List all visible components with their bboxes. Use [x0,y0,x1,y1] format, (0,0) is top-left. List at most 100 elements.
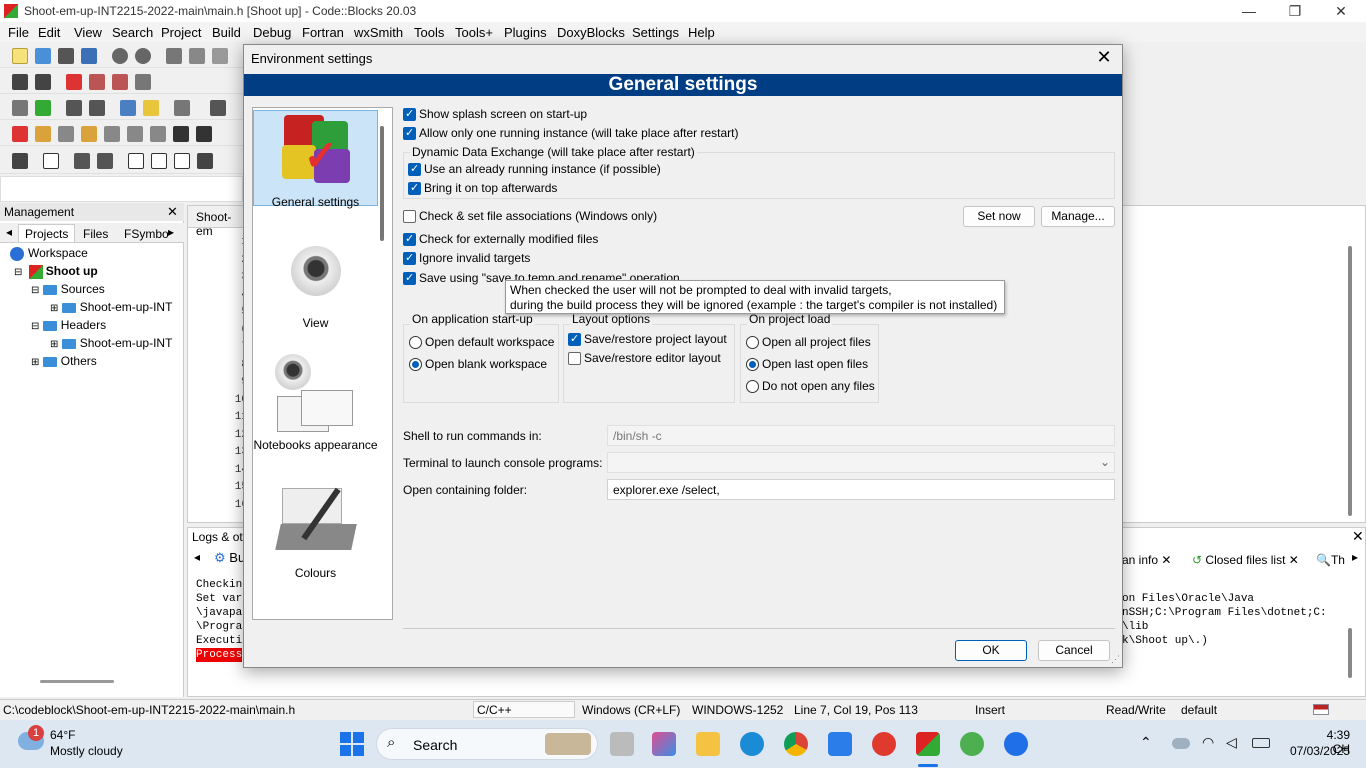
splash-checkbox[interactable] [403,107,416,121]
wifi-icon[interactable]: ◠ [1202,734,1214,751]
one-instance-checkbox[interactable] [403,126,416,140]
build-log-tab[interactable]: ⚙ Bu [214,550,245,566]
copilot-icon[interactable] [652,732,676,756]
weather-desc[interactable]: Mostly cloudy [50,744,123,758]
scan-info-tab[interactable]: an info ✕ [1122,553,1171,567]
app-green-icon[interactable] [960,732,984,756]
undo-icon[interactable] [112,48,128,64]
maximize-button[interactable]: ❐ [1272,0,1318,22]
do-not-open-radio[interactable] [746,380,759,393]
ignore-invalid-checkbox[interactable] [403,251,416,265]
menu-wxsmith[interactable]: wxSmith [354,25,403,40]
comment-line-icon[interactable] [89,100,105,116]
copy-icon[interactable] [189,48,205,64]
category-notebooks[interactable]: Notebooks appearance [253,354,378,472]
close-window-button[interactable]: ✕ [1318,0,1364,22]
weather-temp[interactable]: 64°F [50,728,75,742]
tree-headers-child[interactable]: ⊞ Shoot-em-up-INT [50,336,172,354]
horizontal-scrollbar[interactable] [40,680,114,683]
file-explorer-icon[interactable] [696,732,720,756]
set-now-button[interactable]: Set now [963,206,1035,227]
prev-bookmark-icon[interactable] [89,74,105,90]
open-folder-icon[interactable] [35,48,51,64]
folder-field[interactable]: explorer.exe /select, [607,479,1115,500]
tab-fsymbols[interactable]: FSymbo [124,227,169,241]
chevron-down-icon[interactable]: ⌄ [1100,455,1110,469]
list-ctrl-icon[interactable] [151,153,167,169]
shell-field[interactable]: /bin/sh -c [607,425,1115,446]
editor-scrollbar[interactable] [1348,246,1352,516]
wrench-icon[interactable] [174,100,190,116]
use-running-checkbox[interactable] [408,162,421,176]
next-bookmark-icon[interactable] [112,74,128,90]
logs-close-icon[interactable]: ✕ [1352,528,1364,545]
logs-scroll-left-icon[interactable]: ◂ [194,550,200,564]
store-icon[interactable] [828,732,852,756]
menu-view[interactable]: View [74,25,102,40]
close-tab-icon[interactable]: ✕ [1289,553,1299,567]
menu-plugins[interactable]: Plugins [504,25,547,40]
open-blank-workspace-radio[interactable] [409,358,422,371]
save-temp-checkbox[interactable] [403,271,416,285]
forward-arrow-icon[interactable] [35,74,51,90]
pause-icon[interactable] [173,126,189,142]
menu-settings[interactable]: Settings [632,25,679,40]
clock-date[interactable]: 07/03/2025 [1286,744,1350,758]
code-completion-bar[interactable] [0,176,243,202]
run-icon[interactable] [35,100,51,116]
task-view-icon[interactable] [610,732,634,756]
file-assoc-checkbox[interactable] [403,210,416,223]
new-file-icon[interactable] [12,48,28,64]
tabs-scroll-right-icon[interactable]: ▸ [168,225,174,239]
wps-icon[interactable] [872,732,896,756]
step-instruction-icon[interactable] [150,126,166,142]
button-widget-icon[interactable] [197,153,213,169]
cut-icon[interactable] [166,48,182,64]
stop-debug-icon[interactable] [196,126,212,142]
volume-icon[interactable]: ◁ [1226,734,1237,751]
tab-files[interactable]: Files [83,227,108,241]
menu-help[interactable]: Help [688,25,715,40]
battery-icon[interactable] [1252,738,1270,748]
management-close-icon[interactable]: ✕ [167,204,178,220]
menu-file[interactable]: File [8,25,29,40]
tree-sources-child[interactable]: ⊞ Shoot-em-up-INT [50,300,172,318]
step-out-icon[interactable] [104,126,120,142]
open-last-files-radio[interactable] [746,358,759,371]
back-arrow-icon[interactable] [12,74,28,90]
run-to-cursor-icon[interactable] [35,126,51,142]
resize-grip-icon[interactable]: ⋰ [1111,654,1120,665]
bitmap-icon[interactable] [74,153,90,169]
text-ctrl-icon[interactable] [128,153,144,169]
chrome-icon[interactable] [784,732,808,756]
choice-icon[interactable] [174,153,190,169]
tree-headers[interactable]: ⊟ Headers [31,318,106,336]
closed-files-tab[interactable]: ↺ Closed files list ✕ [1192,553,1299,567]
help-icon[interactable] [143,100,159,116]
redo-icon[interactable] [135,48,151,64]
doxy-icon[interactable] [120,100,136,116]
terminal-select[interactable]: ⌄ [607,452,1115,473]
logs-scrollbar[interactable] [1348,628,1352,678]
debug-start-icon[interactable] [12,126,28,142]
menu-search[interactable]: Search [112,25,153,40]
static-text-icon[interactable] [97,153,113,169]
step-into-icon[interactable] [81,126,97,142]
category-colours[interactable]: Colours [253,484,378,580]
logs-scroll-right-icon[interactable]: ▸ [1352,550,1358,564]
edge-icon[interactable] [740,732,764,756]
editor-layout-checkbox[interactable] [568,352,581,365]
editor-tab[interactable]: Shoot-em [188,206,244,238]
chevron-up-icon[interactable]: ⌃ [1140,734,1152,751]
tab-projects[interactable]: Projects [18,224,76,243]
category-view[interactable]: View [253,246,378,330]
comment-block-icon[interactable] [66,100,82,116]
panel-icon[interactable] [43,153,59,169]
start-icon[interactable] [340,732,364,756]
tree-workspace[interactable]: Workspace [10,246,88,264]
menu-debug[interactable]: Debug [253,25,291,40]
pointer-icon[interactable] [12,153,28,169]
dialog-close-icon[interactable]: ✕ [1092,47,1116,68]
close-tab-icon[interactable]: ✕ [1161,553,1171,567]
bring-top-checkbox[interactable] [408,181,421,195]
